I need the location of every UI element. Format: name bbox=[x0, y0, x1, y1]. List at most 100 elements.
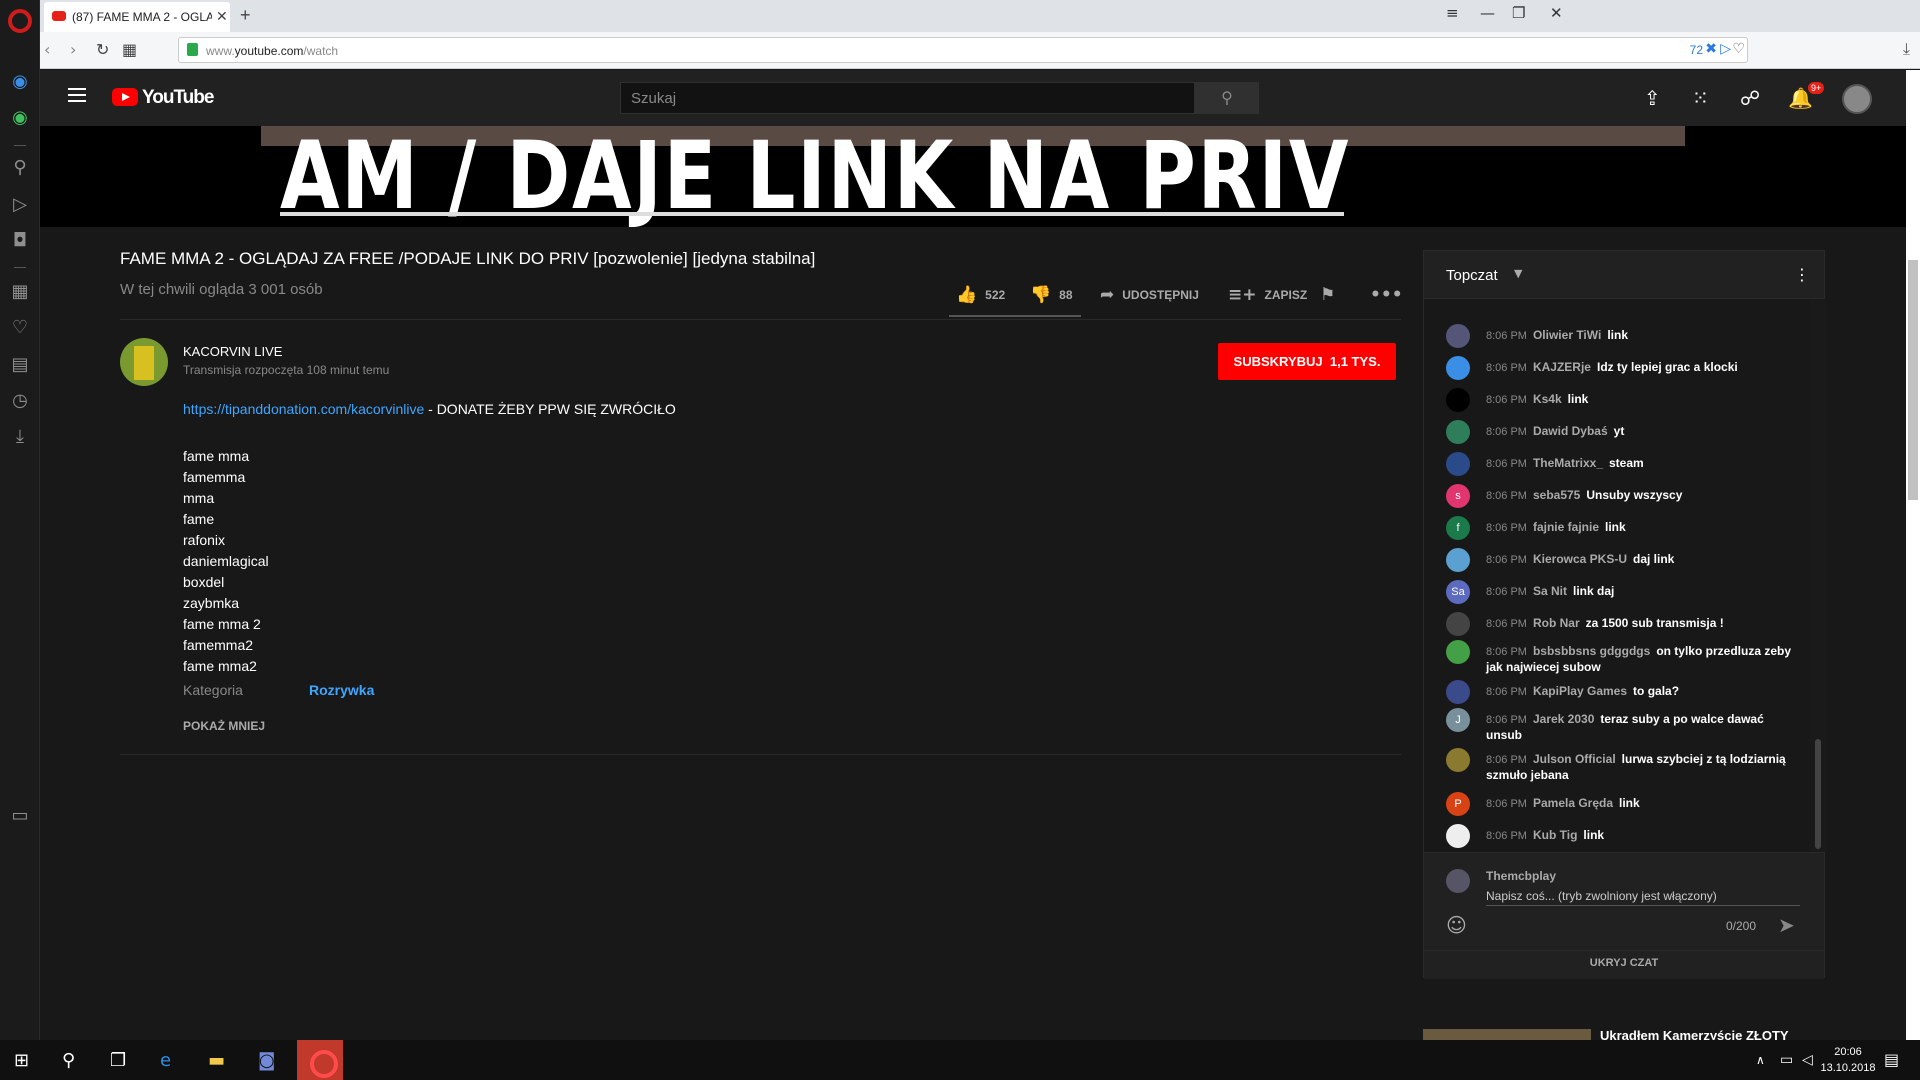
bookmarks-heart-icon[interactable]: ♡ bbox=[10, 318, 30, 338]
chat-author-avatar[interactable] bbox=[1446, 356, 1470, 380]
youtube-brand[interactable]: YouTube bbox=[142, 87, 214, 109]
chat-author-avatar[interactable]: s bbox=[1446, 484, 1470, 508]
chat-author[interactable]: TheMatrixx_ bbox=[1533, 456, 1603, 470]
send-icon[interactable]: ➤ bbox=[1778, 913, 1795, 937]
downloads-icon[interactable]: ⤓ bbox=[10, 427, 30, 447]
chat-author[interactable]: Julson Official bbox=[1533, 752, 1616, 766]
youtube-logo-icon[interactable] bbox=[112, 88, 138, 106]
restore-icon[interactable]: ❐ bbox=[1512, 4, 1525, 22]
system-clock[interactable]: 20:06 13.10.2018 bbox=[1818, 1044, 1878, 1076]
search-icon[interactable]: ⚲ bbox=[10, 158, 30, 178]
minimize-icon[interactable]: — bbox=[1480, 4, 1495, 22]
show-less-button[interactable]: POKAŻ MNIEJ bbox=[183, 719, 265, 733]
apps-grid-icon[interactable]: ⁙ bbox=[1692, 86, 1709, 110]
file-explorer-icon[interactable]: ▬ bbox=[208, 1050, 225, 1071]
chat-author[interactable]: Dawid Dybaś bbox=[1533, 424, 1608, 438]
chat-author[interactable]: seba575 bbox=[1533, 488, 1580, 502]
chat-author-avatar[interactable] bbox=[1446, 640, 1470, 664]
flow-icon[interactable]: ▷ bbox=[10, 195, 30, 215]
adblock-shield-icon[interactable]: ✖ bbox=[1705, 41, 1717, 57]
send-icon[interactable]: ▷ bbox=[1720, 41, 1731, 57]
channel-avatar[interactable] bbox=[120, 338, 168, 386]
action-center-icon[interactable]: ▤ bbox=[1884, 1050, 1899, 1069]
chat-author[interactable]: Kierowca PKS-U bbox=[1533, 552, 1627, 566]
hamburger-menu-icon[interactable] bbox=[68, 88, 86, 102]
chat-more-icon[interactable]: ⋮ bbox=[1794, 265, 1810, 284]
chat-author[interactable]: Jarek 2030 bbox=[1533, 712, 1594, 726]
chat-author-avatar[interactable] bbox=[1446, 388, 1470, 412]
sidebar-toggle-icon[interactable]: ▭ bbox=[10, 806, 30, 826]
download-icon[interactable]: ⤓ bbox=[1903, 39, 1910, 59]
chat-mode-dropdown[interactable]: Topczat bbox=[1446, 267, 1498, 284]
chat-author[interactable]: Kub Tig bbox=[1533, 828, 1577, 842]
chat-author-avatar[interactable]: Sa bbox=[1446, 580, 1470, 604]
dislike-button[interactable]: 👎 88 bbox=[1030, 285, 1073, 305]
hide-chat-button[interactable]: UKRYJ CZAT bbox=[1424, 950, 1824, 980]
subscribe-button[interactable]: SUBSKRYBUJ 1,1 TYS. bbox=[1218, 343, 1396, 380]
search-input[interactable] bbox=[621, 83, 1194, 113]
chat-author-avatar[interactable]: f bbox=[1446, 516, 1470, 540]
browser-tab[interactable]: (87) FAME MMA 2 - OGLĄ ✕ bbox=[44, 2, 230, 32]
recommendation-thumbnail[interactable] bbox=[1423, 1029, 1591, 1040]
report-button[interactable]: ⚑ bbox=[1320, 285, 1335, 305]
chat-author[interactable]: KapiPlay Games bbox=[1533, 684, 1627, 698]
whatsapp-icon[interactable]: ◉ bbox=[10, 108, 30, 128]
bookmark-heart-icon[interactable]: ♡ bbox=[1732, 41, 1745, 57]
history-icon[interactable]: ◷ bbox=[10, 391, 30, 411]
opera-logo-icon[interactable] bbox=[8, 9, 32, 33]
tabs-grid-icon[interactable]: ▦ bbox=[122, 40, 137, 59]
chat-scrollbar[interactable] bbox=[1810, 299, 1826, 852]
search-button[interactable]: ⚲ bbox=[1195, 82, 1259, 114]
news-icon[interactable]: ▤ bbox=[10, 355, 30, 375]
forward-icon[interactable]: › bbox=[70, 40, 76, 59]
network-icon[interactable]: ▭ bbox=[1780, 1052, 1793, 1068]
task-view-icon[interactable]: ❐ bbox=[110, 1050, 126, 1071]
chat-author-avatar[interactable] bbox=[1446, 324, 1470, 348]
edge-icon[interactable]: e bbox=[160, 1050, 171, 1071]
chat-message-input[interactable] bbox=[1486, 886, 1800, 906]
channel-name[interactable]: KACORVIN LIVE bbox=[183, 344, 282, 359]
account-avatar[interactable] bbox=[1842, 84, 1872, 114]
discord-icon[interactable]: ◙ bbox=[258, 1050, 275, 1071]
emoji-icon[interactable]: ☺ bbox=[1446, 913, 1467, 937]
chat-author-avatar[interactable] bbox=[1446, 748, 1470, 772]
opera-taskbar-icon[interactable] bbox=[297, 1040, 343, 1080]
chat-author-avatar[interactable]: P bbox=[1446, 792, 1470, 816]
chat-author[interactable]: Pamela Gręda bbox=[1533, 796, 1613, 810]
messages-icon[interactable]: ☍ bbox=[1740, 86, 1760, 110]
chat-author-avatar[interactable] bbox=[1446, 420, 1470, 444]
chat-author-avatar[interactable] bbox=[1446, 452, 1470, 476]
tab-close-icon[interactable]: ✕ bbox=[216, 8, 228, 25]
chat-author-avatar[interactable] bbox=[1446, 548, 1470, 572]
snapshot-icon[interactable]: ◘ bbox=[10, 231, 30, 251]
chat-author-avatar[interactable] bbox=[1446, 824, 1470, 848]
chat-author[interactable]: Ks4k bbox=[1533, 392, 1562, 406]
tray-chevron-icon[interactable]: ∧ bbox=[1756, 1053, 1765, 1067]
save-button[interactable]: ≡+ ZAPISZ bbox=[1228, 285, 1307, 305]
more-actions-button[interactable]: ••• bbox=[1370, 285, 1403, 305]
like-button[interactable]: 👍 522 bbox=[956, 285, 1005, 305]
tab-menu-icon[interactable]: ≡ bbox=[1446, 4, 1459, 22]
close-window-icon[interactable]: ✕ bbox=[1550, 4, 1563, 22]
windows-start-icon[interactable]: ⊞ bbox=[14, 1050, 29, 1071]
share-button[interactable]: ➦ UDOSTĘPNIJ bbox=[1100, 285, 1199, 305]
chat-author-avatar[interactable] bbox=[1446, 680, 1470, 704]
speed-dial-icon[interactable]: ▦ bbox=[10, 282, 30, 302]
chat-author[interactable]: bsbsbbsns gdggdgs bbox=[1533, 644, 1650, 658]
chat-author-avatar[interactable]: J bbox=[1446, 708, 1470, 732]
volume-icon[interactable]: ◁ bbox=[1802, 1052, 1813, 1068]
chevron-down-icon[interactable]: ▼ bbox=[1514, 267, 1522, 280]
donation-link[interactable]: https://tipanddonation.com/kacorvinlive bbox=[183, 401, 424, 417]
new-tab-icon[interactable]: + bbox=[240, 5, 251, 26]
chat-author[interactable]: Oliwier TiWi bbox=[1533, 328, 1601, 342]
page-scrollbar[interactable] bbox=[1906, 70, 1920, 1040]
upload-icon[interactable]: ⇪ bbox=[1644, 86, 1661, 110]
chat-author[interactable]: fajnie fajnie bbox=[1533, 520, 1599, 534]
category-link[interactable]: Rozrywka bbox=[309, 682, 374, 698]
chat-author[interactable]: KAJZERje bbox=[1533, 360, 1591, 374]
reload-icon[interactable]: ↻ bbox=[96, 40, 109, 59]
messenger-icon[interactable]: ◉ bbox=[10, 72, 30, 92]
taskbar-search-icon[interactable]: ⚲ bbox=[62, 1050, 75, 1071]
chat-author-avatar[interactable] bbox=[1446, 612, 1470, 636]
chat-author[interactable]: Sa Nit bbox=[1533, 584, 1567, 598]
